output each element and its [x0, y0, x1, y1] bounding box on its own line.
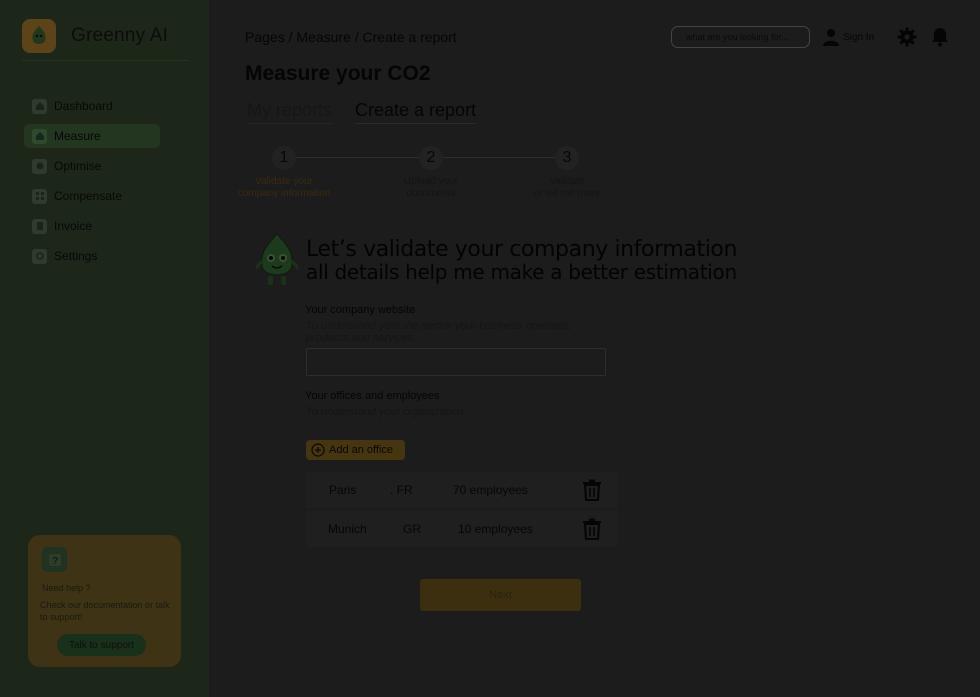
sidebar-item-settings[interactable]: Settings	[24, 244, 160, 268]
website-label: Your company website	[305, 304, 416, 316]
breadcrumb-item-current: Create a report	[362, 29, 457, 45]
office-employees: 70 employees	[453, 483, 528, 497]
optimise-icon	[32, 158, 47, 174]
stepper-connector	[296, 157, 419, 158]
sidebar-item-measure[interactable]: Measure	[24, 124, 160, 148]
stepper-connector	[443, 157, 555, 158]
breadcrumb: Pages / Measure / Create a report	[245, 29, 457, 45]
gear-icon[interactable]	[897, 27, 917, 47]
breadcrumb-item-measure[interactable]: Measure	[296, 29, 350, 45]
sign-in-link[interactable]: Sign In	[823, 28, 874, 46]
step-2-label-line1: Upload your	[404, 176, 458, 187]
sidebar-item-label: Invoice	[54, 219, 93, 233]
company-website-input[interactable]	[306, 348, 606, 376]
step-1-label-line2: company information	[237, 188, 331, 199]
office-country: GR	[403, 522, 421, 536]
help-text: Check our documentation or talk to suppo…	[40, 600, 170, 622]
search-input[interactable]	[671, 26, 810, 48]
next-button[interactable]: Next	[420, 579, 581, 611]
mascot-icon	[256, 233, 298, 285]
form-heading: Let’s validate your company information	[306, 237, 738, 262]
page-title: Measure your CO2	[245, 62, 431, 85]
office-country: . FR	[390, 483, 413, 497]
tab-create-report[interactable]: Create a report	[355, 100, 477, 124]
step-2-circle[interactable]: 2	[419, 146, 443, 170]
sidebar-item-invoice[interactable]: Invoice	[24, 214, 160, 238]
offices-label: Your offices and employees	[305, 390, 440, 402]
website-hint: To understand your the sector your busin…	[306, 320, 572, 344]
svg-text:?: ?	[52, 556, 58, 567]
sidebar-item-label: Measure	[54, 129, 101, 143]
step-3-label-line1: Validate	[549, 176, 585, 187]
sidebar-item-optimise[interactable]: Optimise	[24, 154, 160, 178]
sidebar-item-dashboard[interactable]: Dashboard	[24, 94, 160, 118]
breadcrumb-item-pages[interactable]: Pages	[245, 29, 285, 45]
measure-icon	[32, 128, 47, 144]
sidebar-nav: Dashboard Measure Optimise Compensate In…	[24, 94, 160, 274]
question-icon: ?	[42, 547, 67, 572]
help-title: Need help ?	[42, 583, 91, 593]
breadcrumb-separator: /	[354, 29, 363, 45]
tab-my-reports[interactable]: My reports	[247, 100, 333, 124]
trash-icon[interactable]	[582, 479, 602, 501]
sidebar-divider	[22, 60, 188, 61]
office-row: Paris . FR 70 employees	[306, 472, 618, 508]
sidebar-item-label: Compensate	[54, 189, 123, 203]
step-3-label: Validate or tell me more	[507, 176, 627, 200]
brand-name: Greenny AI	[71, 25, 169, 46]
step-1-label: Validate your company information	[224, 176, 344, 200]
plus-circle-icon	[311, 443, 325, 457]
step-1-circle[interactable]: 1	[272, 146, 296, 170]
offices-hint: To understand your organization	[306, 406, 464, 418]
greenny-logo-icon[interactable]	[22, 19, 56, 53]
bell-icon[interactable]	[931, 27, 949, 47]
invoice-icon	[32, 218, 47, 234]
sidebar-item-label: Optimise	[54, 159, 102, 173]
talk-to-support-button[interactable]: Talk to support	[57, 634, 146, 656]
step-2-label: Upload your documents	[371, 176, 491, 200]
sidebar-item-label: Settings	[54, 249, 98, 263]
add-office-button[interactable]: Add an office	[306, 440, 405, 460]
step-1-label-line1: Validate your	[255, 176, 313, 187]
step-3-circle[interactable]: 3	[555, 146, 579, 170]
step-3-label-line2: or tell me more	[533, 188, 601, 199]
home-icon	[32, 98, 47, 114]
trash-icon[interactable]	[582, 518, 602, 540]
grid-icon	[32, 188, 47, 204]
office-employees: 10 employees	[458, 522, 533, 536]
user-icon	[823, 29, 839, 46]
settings-icon	[32, 248, 47, 264]
sidebar-item-compensate[interactable]: Compensate	[24, 184, 160, 208]
sidebar: Greenny AI Dashboard Measure Optimise Co…	[0, 0, 209, 697]
office-city: Munich	[328, 522, 367, 536]
help-card: ? Need help ? Check our documentation or…	[28, 535, 181, 667]
step-2-label-line2: documents	[406, 188, 456, 199]
form-subheading: all details help me make a better estima…	[306, 260, 737, 284]
office-city: Paris	[329, 483, 357, 497]
add-office-label: Add an office	[329, 444, 394, 456]
sign-in-label: Sign In	[843, 31, 875, 43]
sidebar-item-label: Dashboard	[54, 99, 113, 113]
office-row: Munich GR 10 employees	[306, 511, 618, 547]
